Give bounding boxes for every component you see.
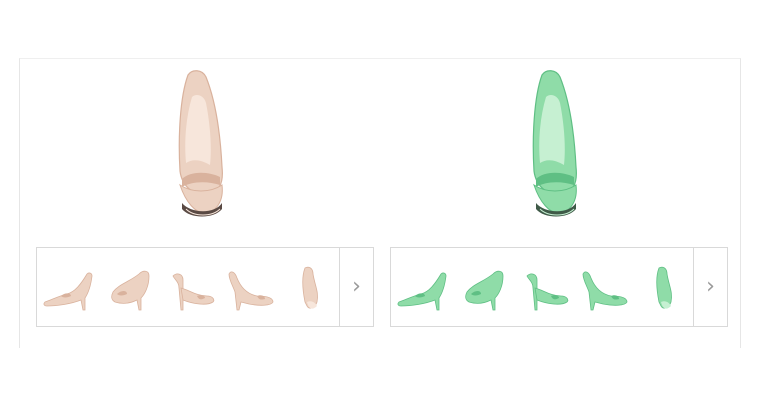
shoe-front-image xyxy=(178,70,223,217)
thumbnail-side-view-2[interactable] xyxy=(577,262,633,314)
thumbnail-front-view[interactable] xyxy=(517,262,573,314)
thumbnail-carousel: › xyxy=(390,247,728,327)
thumbnail-front-view[interactable] xyxy=(163,262,219,314)
thumbnail-back-view[interactable] xyxy=(285,262,341,314)
thumbnail-back-view[interactable] xyxy=(639,262,695,314)
product-panel: › › xyxy=(19,58,741,348)
main-product-image xyxy=(490,67,620,235)
shoe-front-image xyxy=(532,70,577,217)
product-card-mint: › xyxy=(390,59,745,349)
chevron-right-icon: › xyxy=(706,274,715,299)
thumbnail-three-quarter-view[interactable] xyxy=(103,262,159,314)
thumbnail-carousel: › xyxy=(36,247,374,327)
next-thumbnail-button[interactable]: › xyxy=(693,248,727,326)
thumbnail-three-quarter-view[interactable] xyxy=(457,262,513,314)
thumbnail-side-view[interactable] xyxy=(41,262,97,314)
thumbnail-side-view[interactable] xyxy=(395,262,451,314)
thumbnail-side-view-2[interactable] xyxy=(223,262,279,314)
product-card-nude: › xyxy=(36,59,391,349)
next-thumbnail-button[interactable]: › xyxy=(339,248,373,326)
chevron-right-icon: › xyxy=(352,274,361,299)
main-product-image xyxy=(136,67,266,235)
